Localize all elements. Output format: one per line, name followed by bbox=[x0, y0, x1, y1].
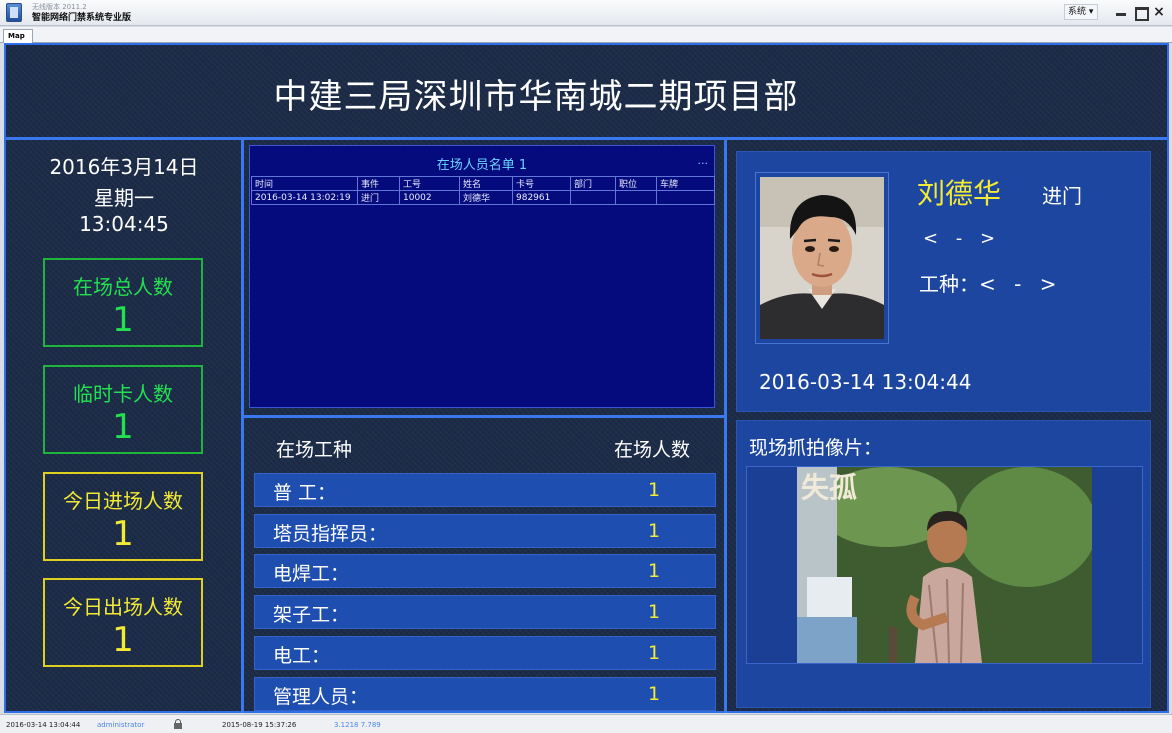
trade-name: 电工： bbox=[273, 645, 331, 667]
roster-col-time[interactable]: 时间 bbox=[251, 176, 358, 191]
close-icon[interactable]: × bbox=[1152, 5, 1166, 19]
current-date: 2016年3月14日 bbox=[49, 155, 199, 179]
trade-name: 架子工： bbox=[273, 604, 350, 626]
status-user: administrator bbox=[97, 721, 145, 729]
trade-count: 1 bbox=[648, 642, 661, 664]
snapshot-photo: 失孤 bbox=[797, 467, 1092, 663]
trade-name: 管理人员： bbox=[273, 686, 369, 708]
stat-value: 1 bbox=[112, 514, 134, 554]
person-trade: 工种：< - > bbox=[919, 268, 1062, 297]
trade-count: 1 bbox=[648, 601, 661, 623]
trade-header-label: 在场工种 bbox=[276, 439, 353, 461]
table-row[interactable]: 2016-03-14 13:02:19 进门 10002 刘德华 982961 bbox=[251, 190, 715, 205]
roster-title: 在场人员名单 1 bbox=[436, 158, 528, 173]
person-photo bbox=[760, 177, 884, 339]
swipe-timestamp: 2016-03-14 13:04:44 bbox=[759, 370, 972, 394]
roster-cell: 10002 bbox=[399, 190, 460, 205]
current-time: 13:04:45 bbox=[79, 212, 169, 236]
roster-cell bbox=[656, 190, 715, 205]
poster-title: 失孤 bbox=[801, 471, 857, 504]
roster-cell bbox=[615, 190, 657, 205]
roster-cell: 进门 bbox=[357, 190, 400, 205]
lock-icon bbox=[174, 719, 182, 729]
status-bar: 2016-03-14 13:04:44 administrator 2015-0… bbox=[0, 714, 1172, 733]
system-menu-button[interactable]: 系统 ▾ bbox=[1064, 4, 1098, 20]
tab-strip: Map bbox=[0, 27, 1172, 43]
snapshot-label: 现场抓拍像片： bbox=[749, 437, 883, 459]
status-version: 3.1218 7.789 bbox=[334, 721, 381, 729]
person-trade-label: 工种： bbox=[919, 272, 979, 296]
person-department: < - > bbox=[923, 228, 1002, 249]
title-bar: 无线版本 2011.2 智能网络门禁系统专业版 系统 ▾ × bbox=[0, 0, 1172, 26]
trade-count: 1 bbox=[648, 479, 661, 501]
roster-more-button[interactable]: ... bbox=[698, 154, 709, 167]
photo-frame bbox=[755, 172, 889, 344]
stat-value: 1 bbox=[112, 620, 134, 660]
trade-count: 1 bbox=[648, 560, 661, 582]
person-trade-value: < - > bbox=[979, 272, 1063, 296]
person-name: 刘德华 bbox=[917, 177, 1002, 210]
roster-col-position[interactable]: 职位 bbox=[615, 176, 657, 191]
current-weekday: 星期一 bbox=[94, 186, 154, 210]
trade-name: 塔员指挥员： bbox=[273, 523, 388, 545]
app-icon bbox=[6, 3, 22, 22]
stat-temp-card: 临时卡人数 1 bbox=[43, 365, 203, 454]
list-item: 电焊工： 1 bbox=[254, 554, 716, 588]
roster-cell: 982961 bbox=[512, 190, 571, 205]
person-card: 刘德华 进门 < - > 工种：< - > 2016-03-14 13:04:4… bbox=[736, 151, 1151, 412]
list-item: 电工： 1 bbox=[254, 636, 716, 670]
roster-cell: 刘德华 bbox=[459, 190, 513, 205]
roster-col-event[interactable]: 事件 bbox=[357, 176, 400, 191]
roster-cell bbox=[570, 190, 616, 205]
stat-today-entries: 今日进场人数 1 bbox=[43, 472, 203, 561]
trade-name: 电焊工： bbox=[273, 563, 350, 585]
maximize-icon[interactable] bbox=[1133, 5, 1149, 21]
trade-count: 1 bbox=[648, 683, 661, 705]
list-item: 管理人员： 1 bbox=[254, 677, 716, 711]
minimize-icon[interactable] bbox=[1114, 5, 1128, 19]
header-divider bbox=[6, 137, 1167, 140]
right-divider bbox=[724, 140, 727, 713]
snapshot-frame: 失孤 bbox=[746, 466, 1143, 664]
roster-header-row: 时间 事件 工号 姓名 卡号 部门 职位 车牌 bbox=[251, 176, 715, 191]
roster-table: 时间 事件 工号 姓名 卡号 部门 职位 车牌 2016-03-14 13:02… bbox=[251, 176, 715, 205]
on-site-roster-panel: 在场人员名单 1 ... 时间 事件 工号 姓名 卡号 部门 职位 车牌 201… bbox=[249, 145, 715, 408]
list-item: 塔员指挥员： 1 bbox=[254, 514, 716, 548]
count-header-label: 在场人数 bbox=[614, 439, 691, 461]
stat-value: 1 bbox=[112, 407, 134, 447]
stat-value: 1 bbox=[112, 300, 134, 340]
list-item: 普 工： 1 bbox=[254, 473, 716, 507]
status-date: 2016-03-14 13:04:44 bbox=[6, 721, 81, 729]
roster-col-card[interactable]: 卡号 bbox=[512, 176, 571, 191]
stat-label: 今日进场人数 bbox=[63, 489, 183, 513]
direction-label: 进门 bbox=[1042, 184, 1082, 208]
stat-label: 在场总人数 bbox=[73, 275, 173, 299]
stat-label: 临时卡人数 bbox=[73, 382, 173, 406]
roster-col-id[interactable]: 工号 bbox=[399, 176, 460, 191]
snapshot-card: 现场抓拍像片： 失孤 bbox=[736, 420, 1151, 708]
roster-col-name[interactable]: 姓名 bbox=[459, 176, 513, 191]
status-build-time: 2015-08-19 15:37:26 bbox=[222, 721, 297, 729]
trade-name: 普 工： bbox=[273, 482, 337, 504]
roster-cell: 2016-03-14 13:02:19 bbox=[251, 190, 358, 205]
dashboard-board: 中建三局深圳市华南城二期项目部 2016年3月14日 星期一 13:04:45 … bbox=[4, 43, 1169, 713]
stat-label: 今日出场人数 bbox=[63, 595, 183, 619]
page-title: 中建三局深圳市华南城二期项目部 bbox=[273, 77, 799, 117]
stat-on-site-total: 在场总人数 1 bbox=[43, 258, 203, 347]
stat-today-exits: 今日出场人数 1 bbox=[43, 578, 203, 667]
window-title: 智能网络门禁系统专业版 bbox=[32, 13, 132, 23]
roster-col-dept[interactable]: 部门 bbox=[570, 176, 616, 191]
middle-divider bbox=[244, 415, 724, 418]
trade-count: 1 bbox=[648, 520, 661, 542]
tab-map[interactable]: Map bbox=[3, 29, 33, 43]
list-item: 架子工： 1 bbox=[254, 595, 716, 629]
roster-col-plate[interactable]: 车牌 bbox=[656, 176, 715, 191]
